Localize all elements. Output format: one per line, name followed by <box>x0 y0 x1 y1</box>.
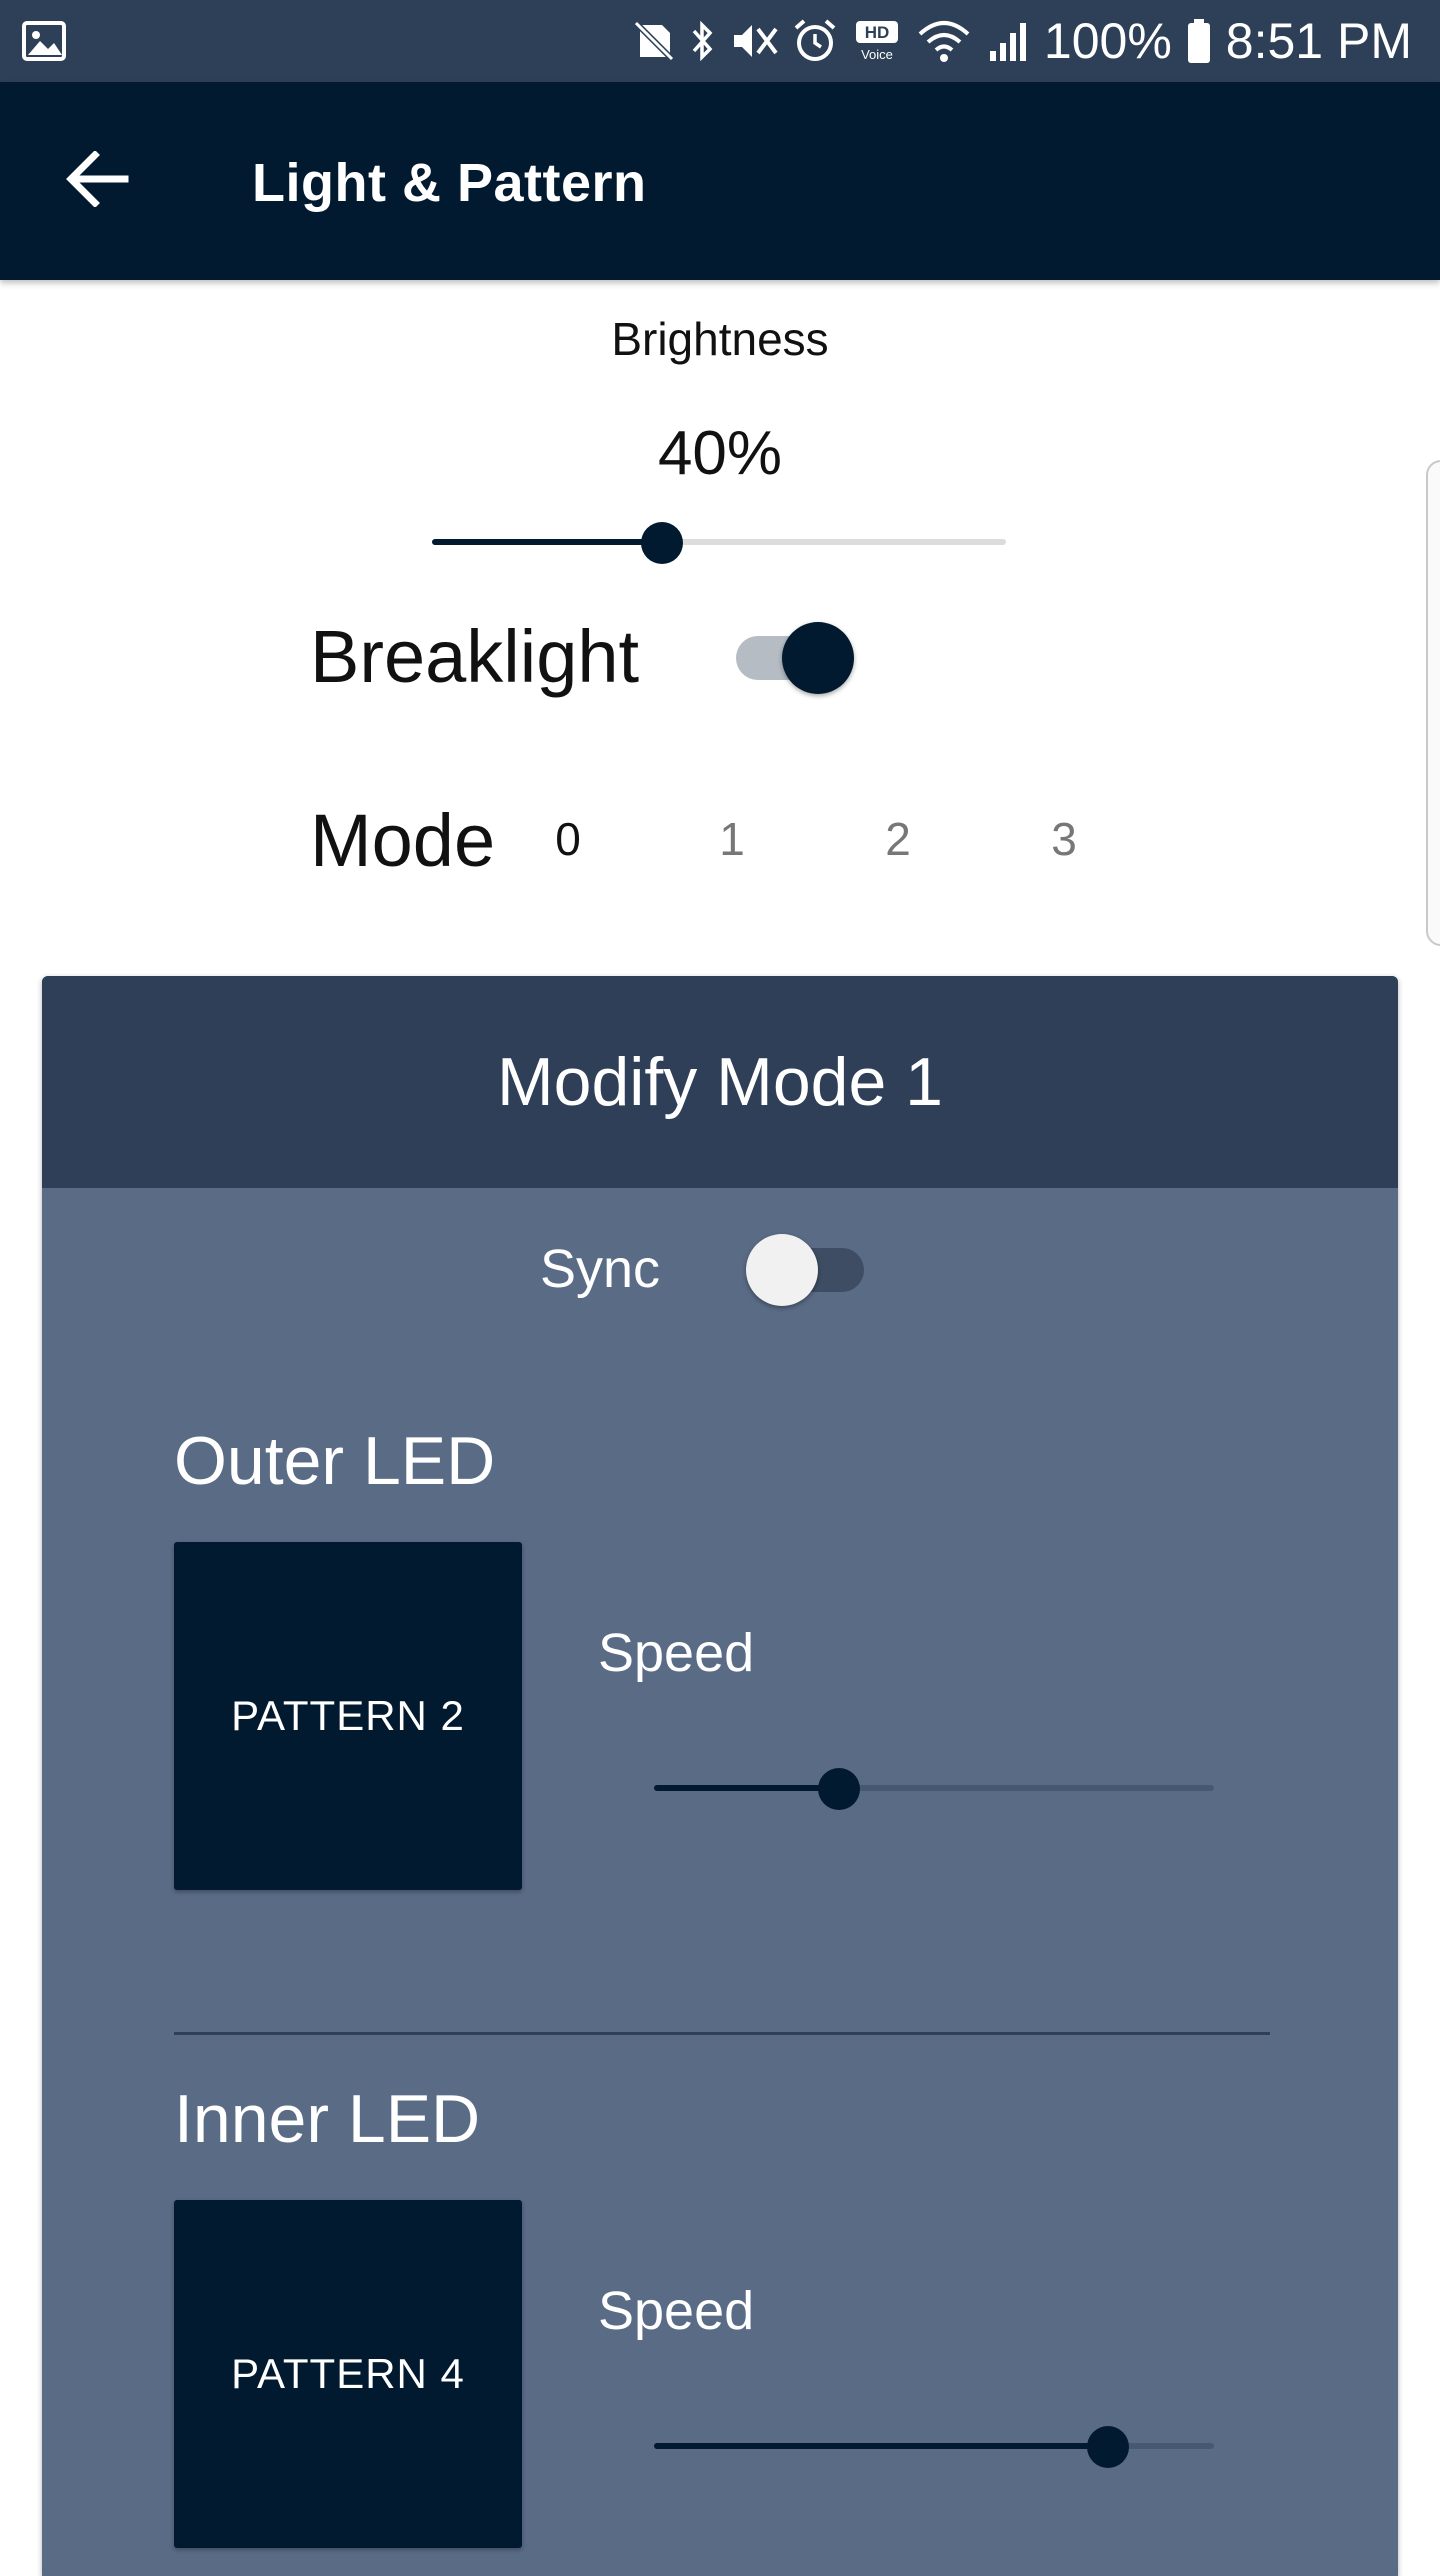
inner-led-title: Inner LED <box>174 2081 481 2157</box>
inner-speed-label: Speed <box>598 2281 755 2341</box>
breaklight-toggle[interactable] <box>736 622 854 694</box>
outer-speed-label: Speed <box>598 1623 755 1683</box>
alarm-icon <box>792 18 838 64</box>
mode-option-3[interactable]: 3 <box>1024 812 1104 866</box>
clock: 8:51 PM <box>1225 13 1412 69</box>
signal-icon <box>986 19 1030 63</box>
page-title: Light & Pattern <box>252 153 647 213</box>
status-left <box>22 21 66 61</box>
mode-option-2[interactable]: 2 <box>858 812 938 866</box>
slider-thumb[interactable] <box>1086 2426 1129 2468</box>
outer-pattern-button[interactable]: PATTERN 2 <box>174 1542 522 1890</box>
outer-led-title: Outer LED <box>174 1423 496 1499</box>
brightness-label: Brightness <box>611 313 829 365</box>
sync-toggle[interactable] <box>746 1234 864 1306</box>
outer-speed-slider[interactable] <box>654 1758 1214 1818</box>
toggle-knob <box>746 1234 818 1306</box>
mode-label: Mode <box>310 799 496 882</box>
hd-voice-icon: HD Voice <box>852 19 902 63</box>
slider-fill <box>654 2443 1108 2449</box>
bluetooth-icon <box>690 19 716 63</box>
app-bar: Light & Pattern <box>0 82 1440 280</box>
brightness-slider[interactable] <box>432 512 1006 572</box>
status-bar: HD Voice 100% 8:51 PM <box>0 0 1440 82</box>
brightness-value: 40% <box>657 419 783 488</box>
section-divider <box>174 2032 1270 2035</box>
image-icon <box>22 21 66 61</box>
toggle-knob <box>782 622 854 694</box>
mode-option-0[interactable]: 0 <box>528 812 608 866</box>
svg-text:HD: HD <box>865 23 890 42</box>
modify-mode-panel: Modify Mode 1 Sync Outer LED PATTERN 2 S… <box>42 976 1398 2576</box>
slider-thumb[interactable] <box>817 1768 860 1810</box>
slider-thumb[interactable] <box>640 522 683 564</box>
mute-icon <box>730 19 778 63</box>
battery-icon <box>1186 17 1212 65</box>
side-panel-handle[interactable] <box>1426 460 1440 946</box>
svg-text:Voice: Voice <box>861 47 893 62</box>
inner-speed-slider[interactable] <box>654 2416 1214 2476</box>
no-sim-icon <box>632 19 676 63</box>
inner-pattern-button[interactable]: PATTERN 4 <box>174 2200 522 2548</box>
sync-label: Sync <box>540 1239 661 1299</box>
slider-fill <box>654 1785 839 1791</box>
arrow-left-icon <box>65 149 129 212</box>
breaklight-label: Breaklight <box>310 615 640 698</box>
panel-title: Modify Mode 1 <box>497 1044 943 1120</box>
wifi-icon <box>916 18 972 64</box>
panel-header: Modify Mode 1 <box>42 976 1398 1188</box>
status-right: HD Voice 100% 8:51 PM <box>632 12 1412 70</box>
battery-percent: 100% <box>1043 13 1172 69</box>
slider-fill <box>432 539 662 545</box>
back-button[interactable] <box>56 140 138 222</box>
mode-option-1[interactable]: 1 <box>692 812 772 866</box>
